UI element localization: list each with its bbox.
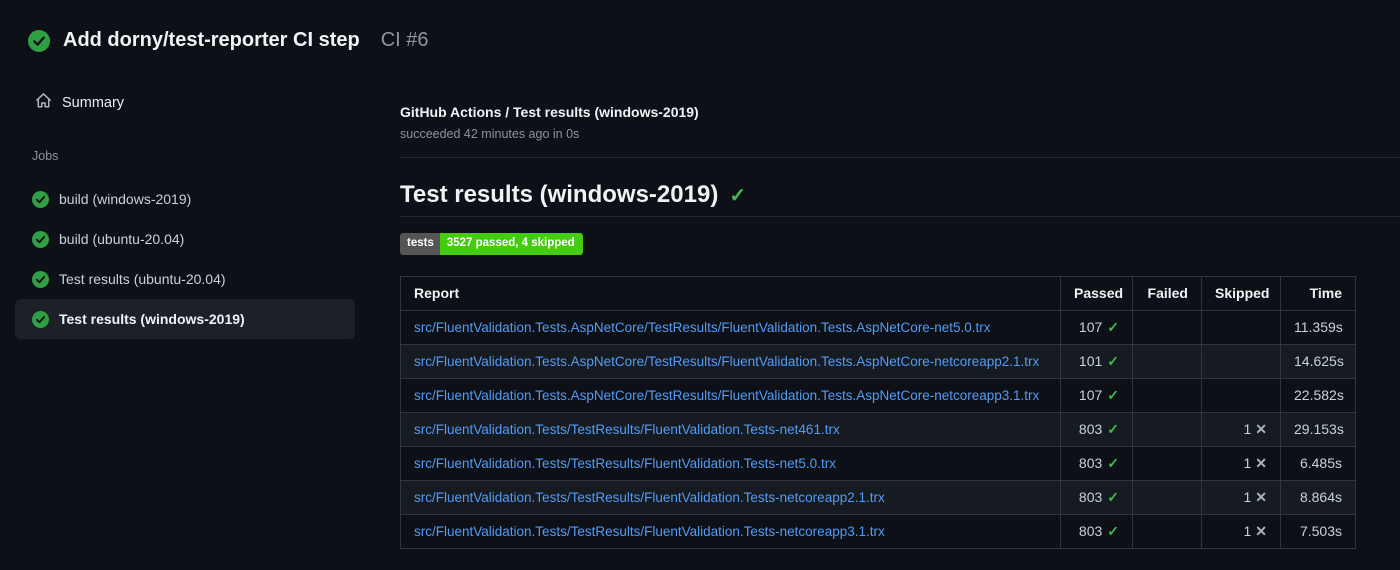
failed-count <box>1132 445 1202 481</box>
table-row: src/FluentValidation.Tests.AspNetCore/Te… <box>400 377 1356 413</box>
table-header-row: Report Passed Failed Skipped Time <box>400 275 1356 311</box>
job-header: GitHub Actions / Test results (windows-2… <box>400 80 1400 158</box>
failed-count <box>1132 343 1202 379</box>
failed-count <box>1132 377 1202 413</box>
sidebar-item-test-results-ubuntu[interactable]: Test results (ubuntu-20.04) <box>15 259 355 299</box>
table-row: src/FluentValidation.Tests/TestResults/F… <box>400 513 1356 549</box>
tests-badge-value: 3527 passed, 4 skipped <box>439 233 583 255</box>
sidebar: Summary Jobs build (windows-2019) build … <box>0 80 400 339</box>
column-header-passed: Passed <box>1060 275 1133 311</box>
passed-count: 803 <box>1078 488 1103 505</box>
skipped-count: 1 <box>1243 420 1252 437</box>
report-link[interactable]: src/FluentValidation.Tests.AspNetCore/Te… <box>414 320 991 335</box>
report-link[interactable]: src/FluentValidation.Tests/TestResults/F… <box>414 422 840 437</box>
column-header-time: Time <box>1280 275 1356 311</box>
failed-count <box>1132 513 1202 549</box>
tests-badge: tests 3527 passed, 4 skipped <box>400 233 583 255</box>
check-circle-icon <box>32 270 49 288</box>
passed-count: 107 <box>1078 318 1103 335</box>
time-value: 22.582s <box>1280 377 1356 413</box>
time-value: 6.485s <box>1280 445 1356 481</box>
report-section-heading: Test results (windows-2019) ✓ <box>400 182 1400 217</box>
run-number: CI #6 <box>380 29 429 51</box>
check-icon: ✓ <box>1107 318 1119 335</box>
check-circle-icon <box>32 230 49 248</box>
sidebar-item-summary[interactable]: Summary <box>15 80 355 125</box>
check-circle-icon <box>32 310 49 328</box>
check-icon: ✓ <box>1107 420 1119 437</box>
check-circle-icon <box>32 190 49 208</box>
column-header-failed: Failed <box>1132 275 1202 311</box>
time-value: 29.153s <box>1280 411 1356 447</box>
table-row: src/FluentValidation.Tests/TestResults/F… <box>400 411 1356 447</box>
time-value: 14.625s <box>1280 343 1356 379</box>
run-header: Add dorny/test-reporter CI step CI #6 <box>0 0 1400 52</box>
check-circle-icon <box>28 29 50 52</box>
sidebar-item-test-results-windows[interactable]: Test results (windows-2019) <box>15 299 355 339</box>
time-value: 8.864s <box>1280 479 1356 515</box>
report-link[interactable]: src/FluentValidation.Tests.AspNetCore/Te… <box>414 388 1039 403</box>
job-list: build (windows-2019) build (ubuntu-20.04… <box>15 179 355 339</box>
check-icon: ✓ <box>1107 488 1119 505</box>
main-content: GitHub Actions / Test results (windows-2… <box>400 80 1400 549</box>
check-icon: ✓ <box>1107 386 1119 403</box>
check-icon: ✓ <box>729 184 747 207</box>
job-header-title: GitHub Actions / Test results (windows-2… <box>400 104 699 120</box>
cross-icon: ✕ <box>1255 454 1267 471</box>
report-heading-text: Test results (windows-2019) <box>400 181 719 208</box>
table-row: src/FluentValidation.Tests.AspNetCore/Te… <box>400 309 1356 345</box>
cross-icon: ✕ <box>1255 488 1267 505</box>
passed-count: 101 <box>1078 352 1103 369</box>
column-header-skipped: Skipped <box>1201 275 1281 311</box>
job-header-subtitle: succeeded 42 minutes ago in 0s <box>400 127 580 141</box>
report-link[interactable]: src/FluentValidation.Tests.AspNetCore/Te… <box>414 354 1039 369</box>
table-row: src/FluentValidation.Tests.AspNetCore/Te… <box>400 343 1356 379</box>
run-title: Add dorny/test-reporter CI step <box>63 29 360 51</box>
time-value: 11.359s <box>1280 309 1356 345</box>
table-row: src/FluentValidation.Tests/TestResults/F… <box>400 445 1356 481</box>
passed-count: 803 <box>1078 420 1103 437</box>
failed-count <box>1132 411 1202 447</box>
report-link[interactable]: src/FluentValidation.Tests/TestResults/F… <box>414 456 836 471</box>
check-icon: ✓ <box>1107 454 1119 471</box>
job-item-label: build (ubuntu-20.04) <box>59 231 185 247</box>
passed-count: 803 <box>1078 522 1103 539</box>
check-icon: ✓ <box>1107 522 1119 539</box>
passed-count: 107 <box>1078 386 1103 403</box>
skipped-count: 1 <box>1243 488 1252 505</box>
report-link[interactable]: src/FluentValidation.Tests/TestResults/F… <box>414 524 885 539</box>
sidebar-item-build-windows[interactable]: build (windows-2019) <box>15 179 355 219</box>
job-item-label: Test results (ubuntu-20.04) <box>59 271 226 287</box>
cross-icon: ✕ <box>1255 420 1267 437</box>
column-header-report: Report <box>400 275 1061 311</box>
test-results-table: Report Passed Failed Skipped Time src/Fl… <box>400 275 1356 549</box>
report-link[interactable]: src/FluentValidation.Tests/TestResults/F… <box>414 490 885 505</box>
table-row: src/FluentValidation.Tests/TestResults/F… <box>400 479 1356 515</box>
failed-count <box>1132 309 1202 345</box>
sidebar-summary-label: Summary <box>62 94 125 111</box>
job-item-label: build (windows-2019) <box>59 191 192 207</box>
failed-count <box>1132 479 1202 515</box>
job-item-label: Test results (windows-2019) <box>59 311 245 327</box>
jobs-section-label: Jobs <box>32 149 59 163</box>
passed-count: 803 <box>1078 454 1103 471</box>
sidebar-item-build-ubuntu[interactable]: build (ubuntu-20.04) <box>15 219 355 259</box>
skipped-count: 1 <box>1243 522 1252 539</box>
cross-icon: ✕ <box>1255 522 1267 539</box>
tests-badge-label: tests <box>400 233 440 255</box>
skipped-count: 1 <box>1243 454 1252 471</box>
check-icon: ✓ <box>1107 352 1119 369</box>
home-icon <box>35 92 52 113</box>
content-columns: Summary Jobs build (windows-2019) build … <box>0 80 1400 549</box>
time-value: 7.503s <box>1280 513 1356 549</box>
